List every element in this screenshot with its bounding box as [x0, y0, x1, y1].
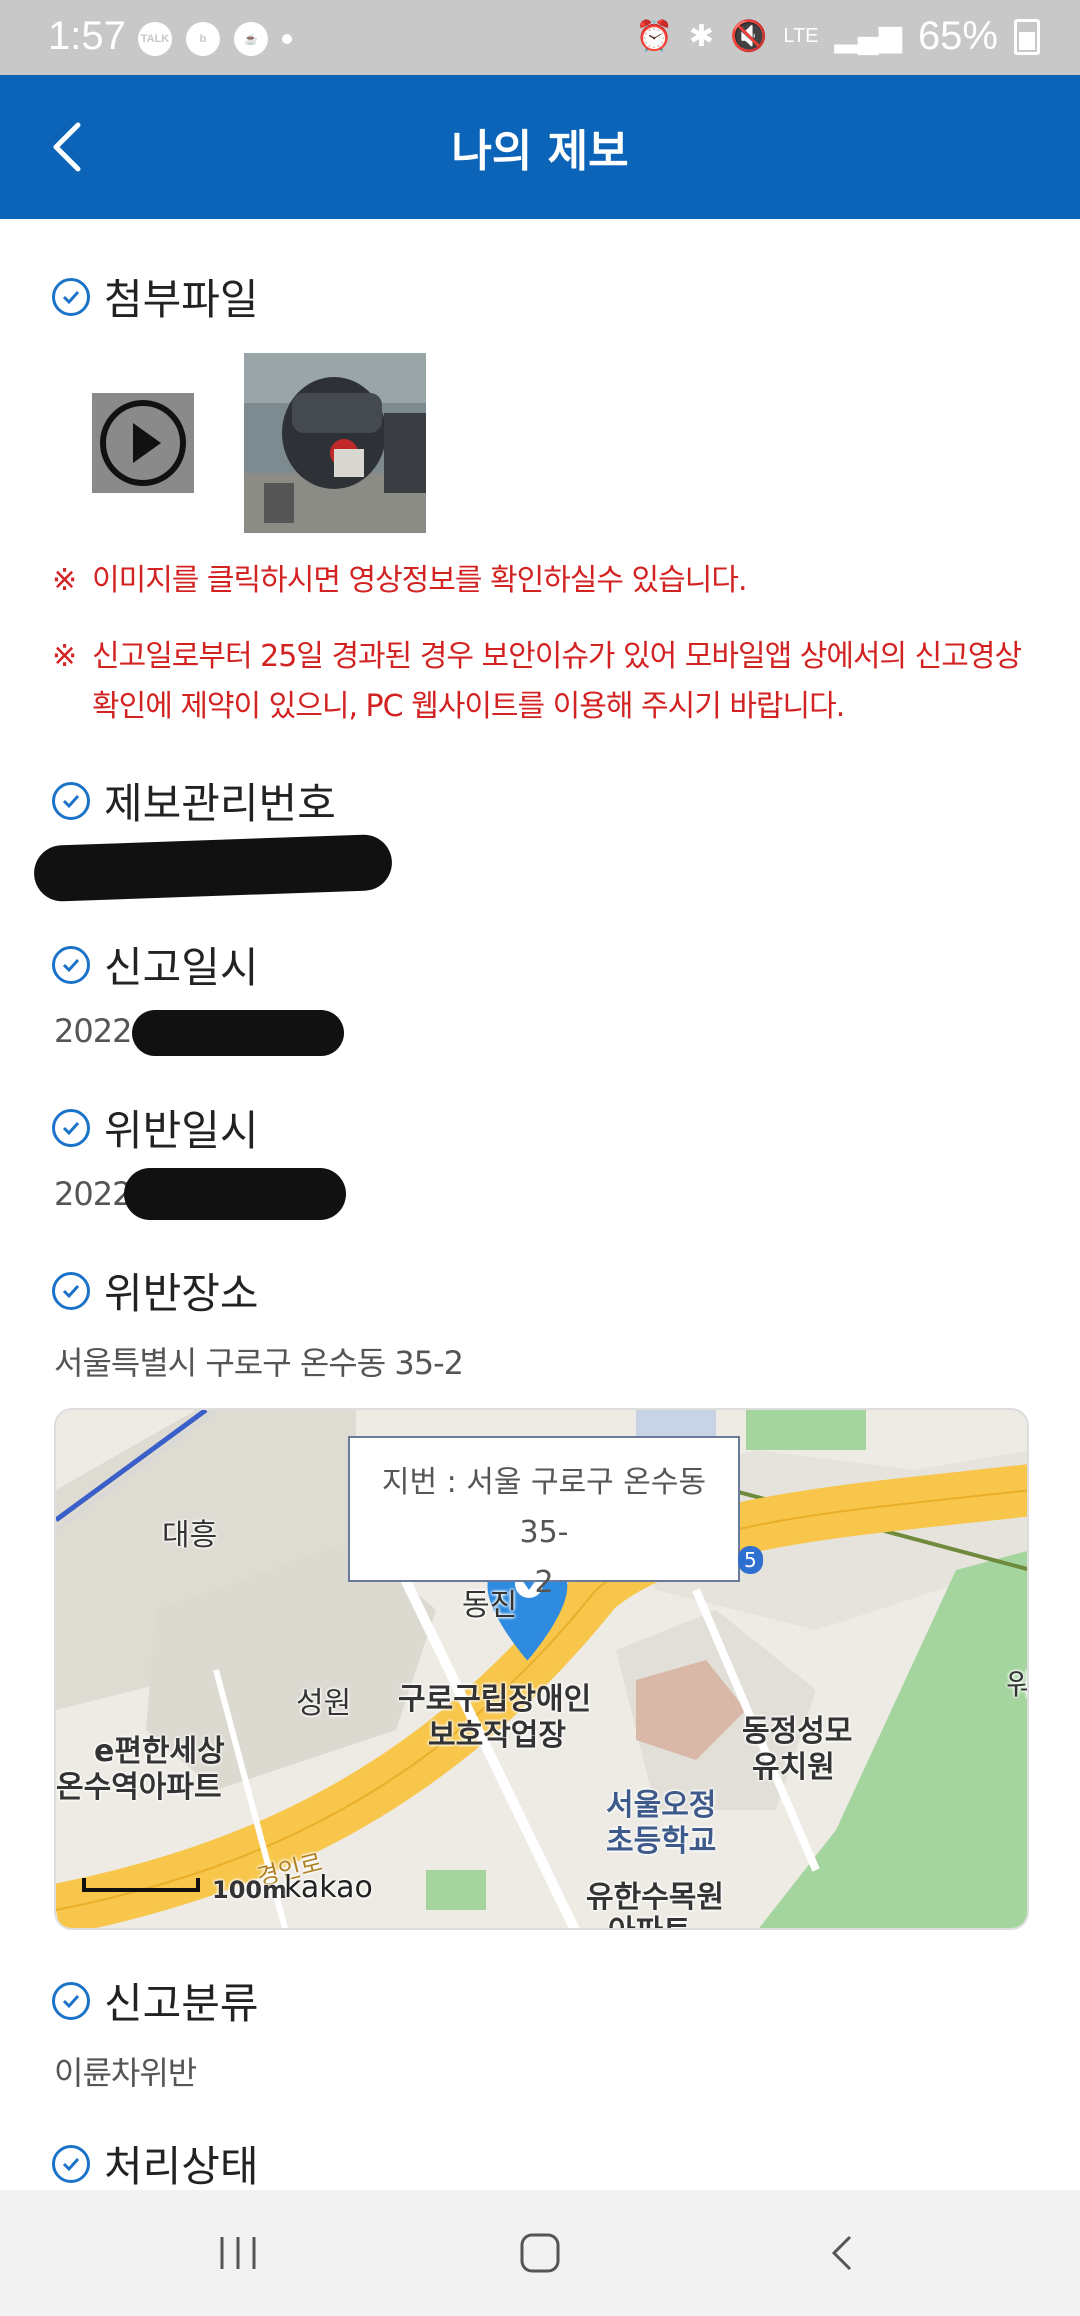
map-label-workshop: 보호작업장	[428, 1718, 566, 1753]
battery-percent: 65%	[917, 14, 998, 58]
report-category-value: 이륜차위반	[54, 2054, 197, 2092]
system-nav-bar	[0, 2190, 1080, 2316]
map-label-kindergarten: 유치원	[752, 1750, 835, 1785]
check-circle-icon	[52, 781, 90, 820]
alarm-icon: ⏰	[635, 20, 673, 53]
video-attachment-thumbnail[interactable]	[92, 393, 194, 493]
violation-date-header: 위반일시	[52, 1097, 259, 1158]
status-time: 1:57	[48, 14, 126, 58]
map-label-edge: 워	[1006, 1660, 1027, 1704]
notice-text: 신고일로부터 25일 경과된 경우 보안이슈가 있어 모바일앱 상에서의 신고영…	[92, 639, 1022, 724]
report-category-header: 신고분류	[52, 1970, 259, 2031]
notice-25-days: ※ 신고일로부터 25일 경과된 경우 보안이슈가 있어 모바일앱 상에서의 신…	[52, 632, 1042, 732]
section-title: 신고일시	[104, 943, 259, 992]
check-circle-icon	[52, 277, 90, 316]
report-number-header: 제보관리번호	[52, 770, 336, 831]
section-title: 위반일시	[104, 1106, 259, 1155]
bluetooth-icon: ✱	[688, 20, 714, 53]
nav-back-button[interactable]	[814, 2226, 874, 2280]
notice-text: 이미지를 클릭하시면 영상정보를 확인하실수 있습니다.	[92, 563, 747, 598]
map-label-daeheung: 대흥	[162, 1518, 218, 1553]
redaction-mark	[132, 1010, 344, 1056]
map-label-dongjin: 동진	[462, 1588, 518, 1623]
more-notifications-dot-icon	[282, 34, 292, 44]
section-title: 신고분류	[104, 1979, 259, 2028]
redaction-mark	[124, 1168, 346, 1220]
b-app-icon: b	[186, 22, 220, 56]
status-bar: 1:57 TALK b ☕ ⏰ ✱ 🔇 LTE ▂▄▆ 65%	[0, 0, 1080, 75]
violation-date-value: 2022	[54, 1175, 132, 1213]
location-map[interactable]: 지번 : 서울 구로구 온수동 35- 2 대흥 동진 성원 구로구립장애인 보…	[54, 1408, 1029, 1930]
map-label-school: 초등학교	[606, 1824, 717, 1859]
lte-icon: LTE	[783, 25, 819, 47]
map-scale-label: 100m	[212, 1876, 288, 1904]
check-circle-icon	[52, 1981, 90, 2020]
home-icon	[520, 2233, 560, 2273]
status-header: 처리상태	[52, 2133, 259, 2194]
tooltip-line-2: 2	[534, 1565, 554, 1600]
talk-icon: TALK	[138, 22, 172, 56]
mute-icon: 🔇	[729, 20, 768, 53]
check-circle-icon	[52, 1271, 90, 1310]
check-circle-icon	[52, 1108, 90, 1147]
check-circle-icon	[52, 945, 90, 984]
recent-apps-button[interactable]	[208, 2226, 268, 2280]
section-title: 제보관리번호	[104, 779, 336, 828]
check-circle-icon	[52, 2144, 90, 2183]
map-label-yuhan: 아파트	[608, 1906, 691, 1928]
attachments-header: 첨부파일	[52, 266, 259, 327]
violation-place-header: 위반장소	[52, 1260, 259, 1321]
address-tooltip: 지번 : 서울 구로구 온수동 35- 2	[348, 1436, 740, 1600]
section-title: 처리상태	[104, 2142, 259, 2191]
kakao-logo: kakao	[284, 1870, 373, 1905]
motorcycle-photo	[244, 353, 426, 533]
tooltip-line-1: 지번 : 서울 구로구 온수동 35-	[381, 1465, 707, 1550]
cup-icon: ☕	[234, 22, 268, 56]
app-bar: 나의 제보	[0, 75, 1080, 219]
map-label-apartment: 온수역아파트	[56, 1770, 222, 1805]
violation-place-value: 서울특별시 구로구 온수동 35-2	[54, 1344, 464, 1382]
battery-icon	[1014, 18, 1040, 55]
notice-image-click: ※ 이미지를 클릭하시면 영상정보를 확인하실수 있습니다.	[52, 556, 1042, 606]
redaction-mark	[33, 833, 393, 903]
home-button[interactable]	[510, 2226, 570, 2280]
section-title: 위반장소	[104, 1269, 259, 1318]
photo-attachment-thumbnail[interactable]	[244, 353, 426, 533]
page-title: 나의 제보	[451, 126, 629, 177]
back-icon	[831, 2235, 852, 2271]
report-date-value: 2022-	[54, 1012, 143, 1050]
map-label-seongwon: 성원	[296, 1686, 352, 1721]
recent-apps-icon	[220, 2237, 256, 2269]
map-scale-bar	[82, 1878, 200, 1892]
signal-icon: ▂▄▆	[834, 20, 902, 53]
report-date-header: 신고일시	[52, 934, 259, 995]
route-badge: 5	[738, 1546, 763, 1574]
play-icon	[100, 400, 186, 486]
notice-mark: ※	[52, 563, 77, 598]
section-title: 첨부파일	[104, 275, 259, 324]
notice-mark: ※	[52, 639, 77, 674]
